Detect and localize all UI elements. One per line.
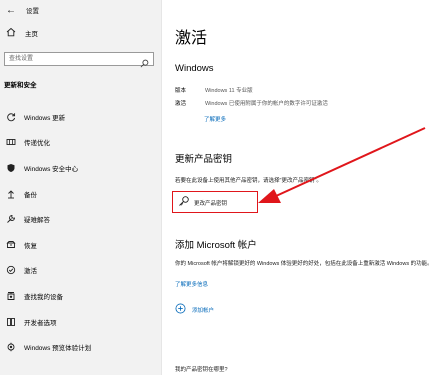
add-account-button[interactable]: 添加帐户 — [175, 301, 214, 319]
title-bar: ← 设置 — [6, 3, 39, 17]
ms-learn-more-link[interactable]: 了解更多信息 — [175, 280, 208, 288]
recovery-icon — [5, 239, 17, 251]
sidebar-item-windows-security[interactable]: Windows 安全中心 — [0, 155, 161, 181]
where-key-link[interactable]: 我的产品密钥在哪里? — [175, 365, 228, 373]
activation-value: Windows 已使用附属于你的帐户的数字许可证激活 — [205, 101, 328, 107]
activation-label: 激活 — [175, 101, 187, 107]
edition-row: 版本 Windows 11 专业版 — [175, 86, 253, 94]
sidebar-item-troubleshoot[interactable]: 疑难解答 — [0, 206, 161, 232]
backup-icon — [5, 188, 17, 200]
change-key-label: 更改产品密钥 — [194, 201, 228, 207]
home-label: 主页 — [25, 31, 38, 38]
sidebar-item-label: Windows 更新 — [24, 114, 66, 122]
sidebar-item-developer-options[interactable]: 开发者选项 — [0, 309, 161, 335]
developer-icon — [5, 316, 17, 328]
delivery-optimization-icon — [5, 136, 17, 148]
learn-more-link[interactable]: 了解更多 — [204, 115, 226, 123]
ms-account-heading: 添加 Microsoft 帐户 — [175, 240, 257, 251]
sidebar-item-label: 激活 — [24, 268, 37, 276]
change-key-description: 若要在此设备上使用其他产品密钥，请选择"更改产品密钥"。 — [175, 178, 322, 184]
ms-account-description: 你的 Microsoft 帐户将解锁更好的 Windows 体验更好的好处，包括… — [175, 261, 433, 267]
sidebar-item-label: Windows 预览体验计划 — [24, 345, 92, 353]
sidebar-item-insider-program[interactable]: Windows 预览体验计划 — [0, 334, 161, 360]
sidebar-item-label: Windows 安全中心 — [24, 165, 79, 173]
back-arrow-icon[interactable]: ← — [6, 5, 18, 16]
activation-icon — [5, 264, 17, 276]
insider-icon — [5, 341, 17, 353]
key-icon — [178, 194, 190, 212]
page-title: 激活 — [175, 30, 208, 47]
search-box[interactable] — [4, 52, 154, 68]
change-product-key-button[interactable]: 更改产品密钥 — [174, 193, 257, 213]
shield-icon — [5, 162, 17, 174]
sidebar-item-windows-update[interactable]: Windows 更新 — [0, 104, 161, 130]
edition-label: 版本 — [175, 88, 187, 94]
wrench-icon — [5, 213, 17, 225]
sidebar-item-activation[interactable]: 激活 — [0, 258, 161, 284]
section-header: 更新和安全 — [4, 82, 37, 89]
search-icon[interactable] — [140, 55, 149, 73]
sidebar-item-label: 查找我的设备 — [24, 293, 63, 301]
main-content: 激活 Windows 版本 Windows 11 专业版 激活 Windows … — [162, 0, 444, 375]
refresh-icon — [5, 111, 17, 123]
home-nav-item[interactable]: 主页 — [6, 26, 38, 40]
sidebar-item-label: 备份 — [24, 191, 37, 199]
sidebar-nav: Windows 更新 传递优化 Windows 安全中心 备份 疑难解答 恢复 … — [0, 104, 161, 360]
windows-heading: Windows — [175, 63, 214, 74]
sidebar-item-backup[interactable]: 备份 — [0, 181, 161, 207]
edition-value: Windows 11 专业版 — [205, 88, 253, 94]
sidebar-item-find-my-device[interactable]: 查找我的设备 — [0, 283, 161, 309]
activation-row: 激活 Windows 已使用附属于你的帐户的数字许可证激活 — [175, 99, 328, 107]
change-key-heading: 更新产品密钥 — [175, 154, 233, 165]
find-device-icon — [5, 290, 17, 302]
sidebar-item-label: 恢复 — [24, 242, 37, 250]
plus-circle-icon — [175, 301, 186, 319]
search-input[interactable] — [5, 53, 143, 65]
sidebar-item-recovery[interactable]: 恢复 — [0, 232, 161, 258]
sidebar-item-delivery-optimization[interactable]: 传递优化 — [0, 130, 161, 156]
sidebar-item-label: 传递优化 — [24, 140, 50, 148]
home-icon — [6, 24, 18, 42]
add-account-label: 添加帐户 — [192, 308, 215, 314]
window-title: 设置 — [26, 8, 39, 15]
sidebar-item-label: 开发者选项 — [24, 319, 57, 327]
sidebar: ← 设置 主页 更新和安全 Windows 更新 传递优化 — [0, 0, 162, 375]
sidebar-item-label: 疑难解答 — [24, 217, 50, 225]
